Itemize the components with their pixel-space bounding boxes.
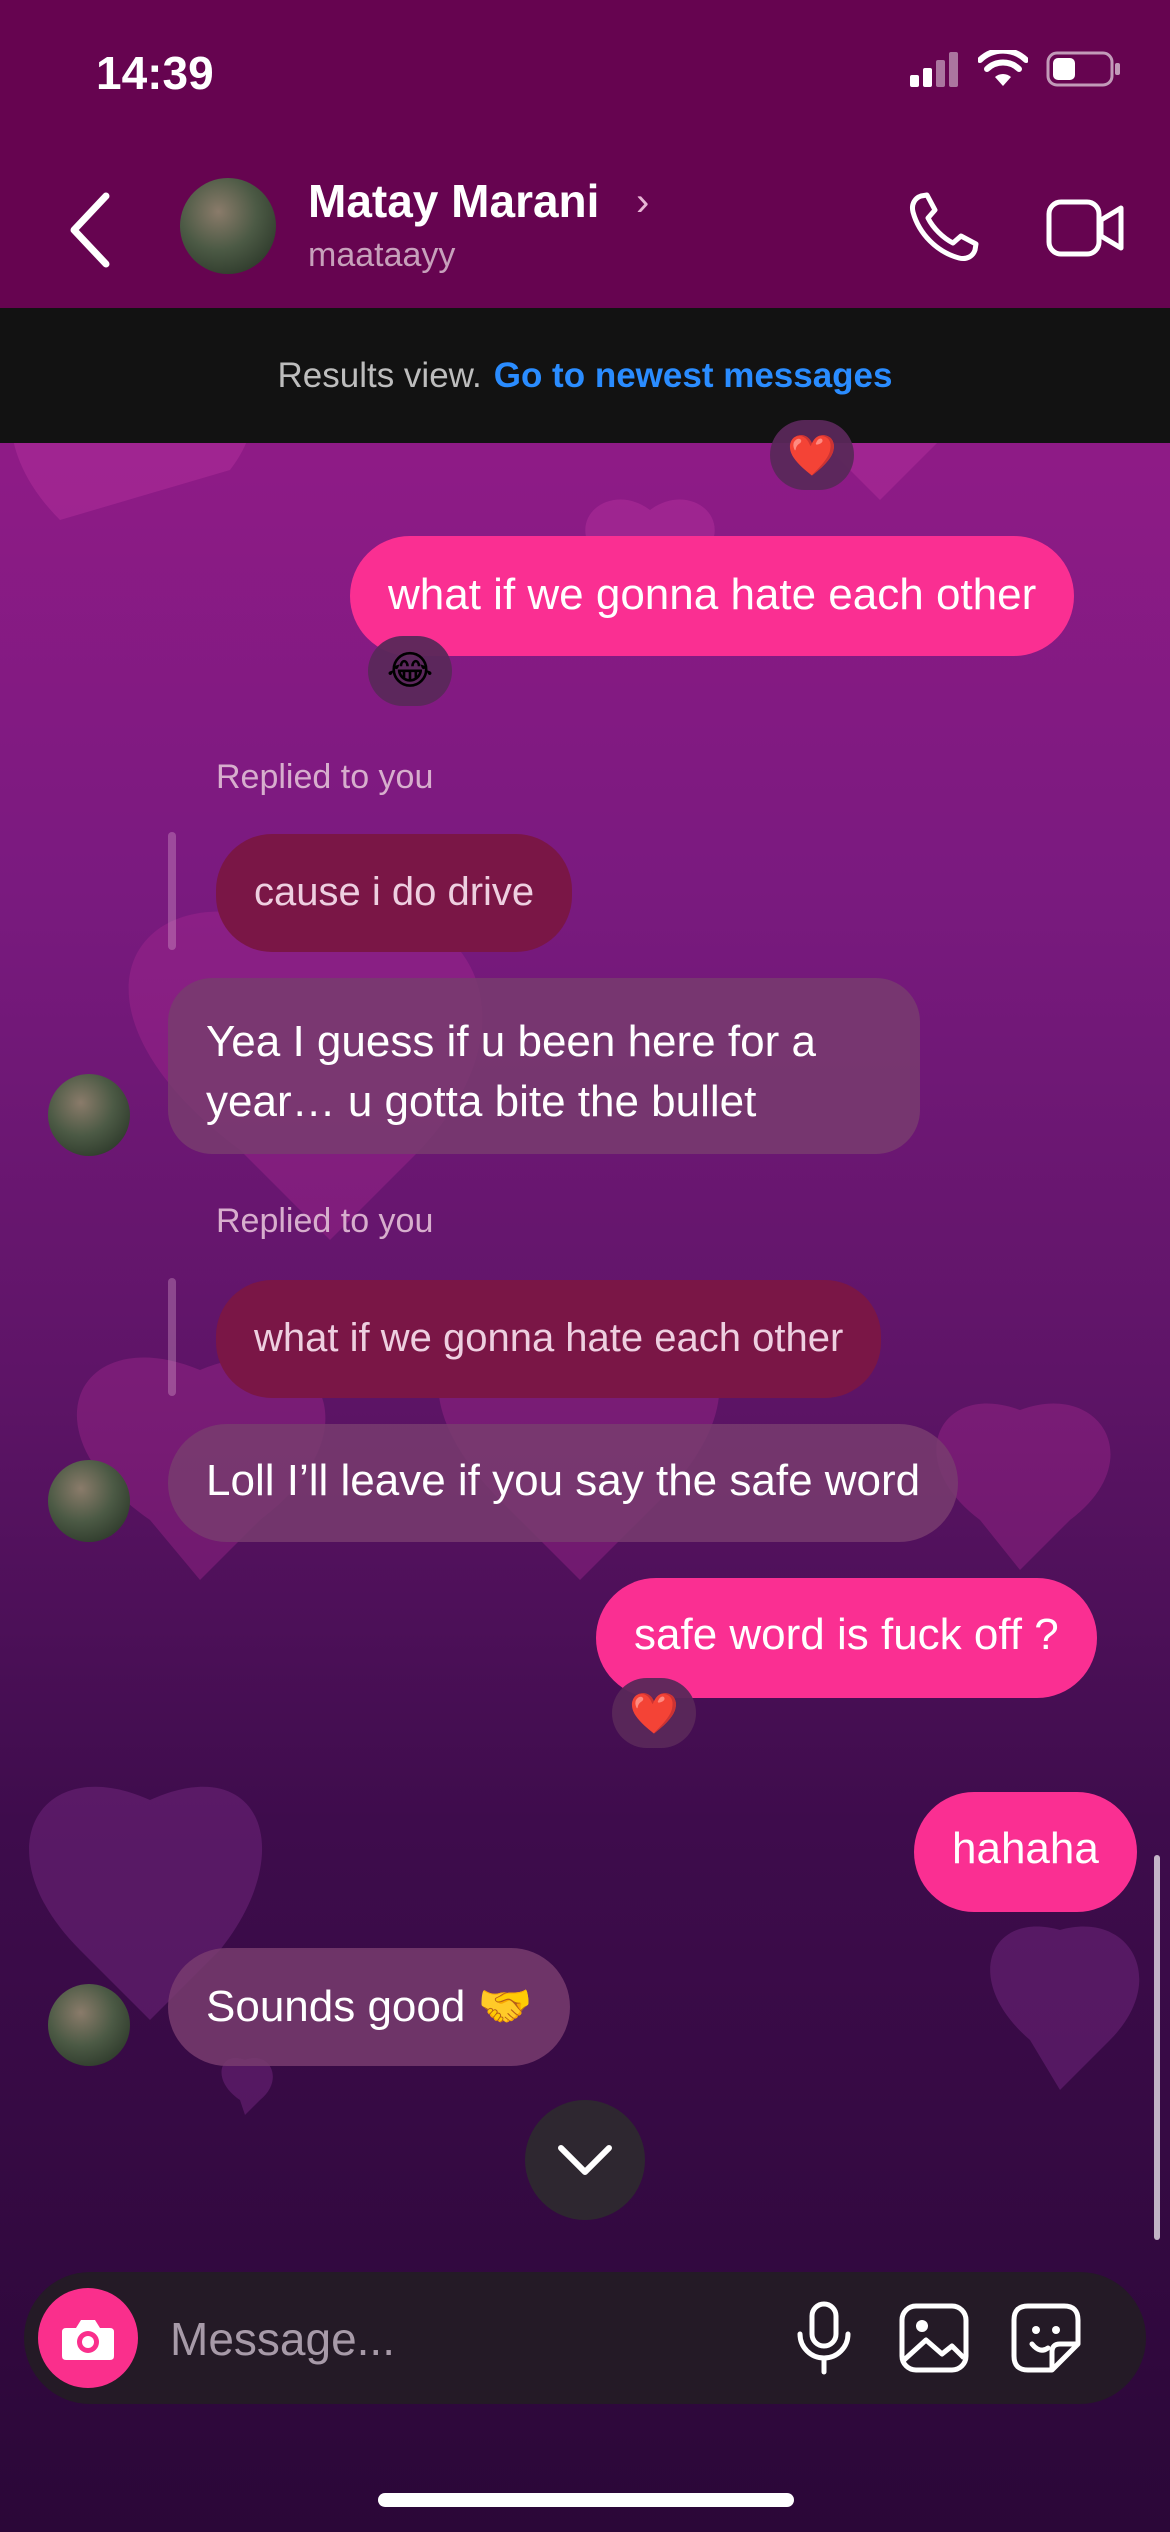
chevron-right-icon[interactable]: ›: [636, 180, 649, 225]
message-input[interactable]: [168, 2308, 772, 2370]
battery-icon: [1046, 51, 1120, 87]
reply-line: [168, 832, 176, 950]
results-banner: Results view. Go to newest messages: [0, 308, 1170, 443]
their-message-bubble[interactable]: Yea I guess if u been here for a year… u…: [168, 978, 920, 1154]
replied-label: Replied to you: [216, 758, 434, 796]
image-icon[interactable]: [896, 2300, 972, 2376]
chevron-down-icon: [558, 2145, 612, 2175]
replied-label: Replied to you: [216, 1202, 434, 1240]
reply-line: [168, 1278, 176, 1396]
status-icons: [908, 50, 1122, 88]
status-bar: 14:39: [0, 0, 1170, 150]
sender-avatar[interactable]: [48, 1984, 130, 2066]
contact-name[interactable]: Matay Marani: [308, 174, 599, 228]
microphone-icon[interactable]: [786, 2300, 862, 2376]
sender-avatar[interactable]: [48, 1074, 130, 1156]
scroll-to-bottom-button[interactable]: [525, 2100, 645, 2220]
their-message-bubble[interactable]: Sounds good 🤝: [168, 1948, 571, 2066]
chevron-left-icon[interactable]: [62, 190, 122, 270]
message-text-line: Yea I guess if u been here for a: [206, 1017, 816, 1066]
their-message-bubble[interactable]: Loll I’ll leave if you say the safe word: [168, 1424, 959, 1542]
contact-avatar[interactable]: [180, 178, 276, 274]
message-text-line: year… u gotta bite the bullet: [206, 1077, 757, 1126]
camera-button[interactable]: [38, 2288, 138, 2388]
results-label: Results view.: [277, 355, 482, 395]
my-message-bubble[interactable]: hahaha: [914, 1792, 1137, 1912]
go-to-newest-link[interactable]: Go to newest messages: [494, 356, 893, 396]
status-time: 14:39: [96, 47, 214, 99]
phone-icon[interactable]: [905, 190, 981, 266]
my-message-bubble[interactable]: what if we gonna hate each other: [350, 536, 1075, 656]
sender-avatar[interactable]: [48, 1460, 130, 1542]
contact-username[interactable]: maataayy: [308, 236, 455, 275]
quoted-message[interactable]: what if we gonna hate each other: [216, 1280, 882, 1398]
scrollbar[interactable]: [1154, 1855, 1160, 2240]
sticker-icon[interactable]: [1008, 2300, 1084, 2376]
reaction-badge[interactable]: ❤️: [770, 420, 854, 490]
video-camera-icon[interactable]: [1045, 190, 1125, 266]
chat-header: Matay Marani › maataayy: [0, 150, 1170, 308]
reaction-badge[interactable]: ❤️: [612, 1678, 696, 1748]
home-indicator[interactable]: [378, 2493, 794, 2507]
cellular-signal-icon: [910, 52, 958, 87]
quoted-message[interactable]: cause i do drive: [216, 834, 573, 952]
reaction-badge[interactable]: 😂: [368, 636, 452, 706]
camera-icon: [62, 2320, 114, 2360]
wifi-icon: [978, 50, 1028, 86]
message-composer: [24, 2272, 1146, 2404]
